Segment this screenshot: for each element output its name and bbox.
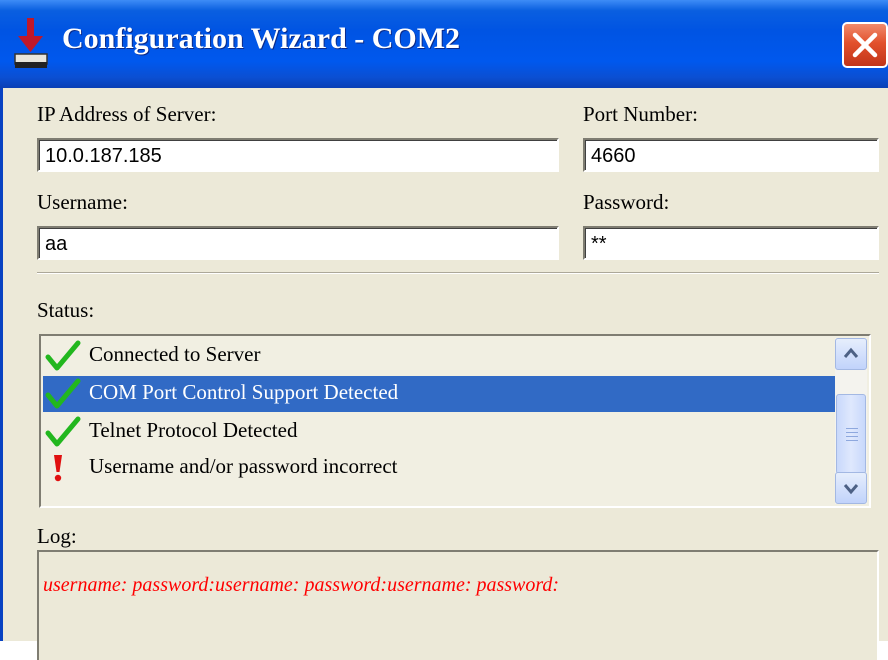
chevron-down-icon [843, 484, 859, 495]
grip-line [846, 440, 858, 441]
check-icon [45, 340, 81, 371]
port-number-input[interactable]: 4660 [583, 138, 879, 172]
exclamation-icon [54, 455, 62, 482]
list-item[interactable]: Username and/or password incorrect [43, 450, 837, 486]
vertical-scrollbar[interactable] [835, 338, 867, 504]
password-label: Password: [583, 190, 670, 214]
dialog-body: IP Address of Server: 10.0.187.185 Port … [0, 88, 888, 660]
username-input[interactable]: aa [37, 226, 559, 260]
server-address-input[interactable]: 10.0.187.185 [37, 138, 559, 172]
port-label: Port Number: [583, 102, 698, 126]
close-icon [852, 32, 878, 58]
log-text: username: password:username: password:us… [43, 574, 560, 596]
server-label: IP Address of Server: [37, 102, 217, 126]
title-bar[interactable]: Configuration Wizard - COM2 [0, 0, 888, 88]
check-icon [45, 378, 81, 409]
status-item-text: Username and/or password incorrect [89, 454, 398, 478]
chevron-up-icon [843, 347, 859, 358]
list-item[interactable]: COM Port Control Support Detected [43, 376, 837, 412]
log-label: Log: [37, 524, 77, 548]
log-box[interactable]: username: password:username: password:us… [37, 550, 879, 660]
list-item[interactable]: Telnet Protocol Detected [43, 414, 837, 450]
password-input[interactable]: ** [583, 226, 879, 260]
close-button[interactable] [842, 22, 888, 68]
window-title: Configuration Wizard - COM2 [62, 22, 461, 55]
check-icon [45, 416, 81, 447]
grip-line [846, 436, 858, 437]
download-arrow-icon [14, 18, 48, 68]
status-item-text: Telnet Protocol Detected [89, 418, 298, 442]
username-label: Username: [37, 190, 128, 214]
scroll-down-button[interactable] [835, 472, 867, 504]
grip-line [846, 428, 858, 429]
separator [37, 272, 879, 274]
status-item-text: COM Port Control Support Detected [89, 380, 399, 404]
status-label: Status: [37, 298, 95, 322]
status-item-text: Connected to Server [89, 342, 261, 366]
list-item[interactable]: Connected to Server [43, 338, 837, 374]
status-list[interactable]: Connected to Server COM Port Control Sup… [39, 334, 871, 508]
grip-line [846, 432, 858, 433]
scroll-thumb[interactable] [836, 394, 866, 474]
scroll-up-button[interactable] [835, 338, 867, 370]
